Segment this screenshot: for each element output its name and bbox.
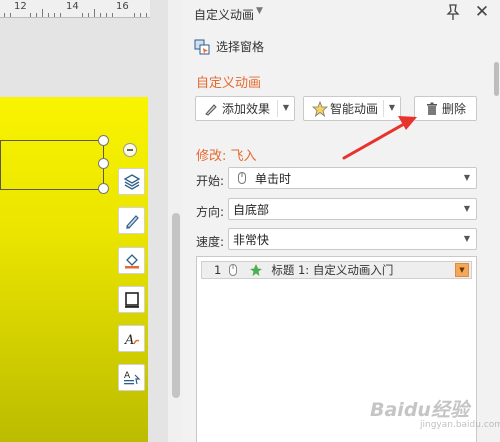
direction-select[interactable]: 自底部 ▼ xyxy=(228,198,477,220)
delete-button[interactable]: 删除 xyxy=(414,96,477,121)
select-pane-icon xyxy=(194,39,210,54)
delete-label: 删除 xyxy=(442,102,467,116)
text-format-button[interactable]: A xyxy=(118,364,145,391)
smart-animation-label: 智能动画 xyxy=(330,102,379,116)
resize-handle[interactable] xyxy=(98,158,109,169)
text-style-button[interactable]: A xyxy=(118,325,145,352)
ruler-label-12: 12 xyxy=(14,1,27,12)
custom-animation-panel: 自定义动画 ▼ ✕ 选择窗格 自定义动画 添加效果 ▼ 智能动画 ▼ 删除 修改… xyxy=(182,0,500,442)
select-pane-link[interactable]: 选择窗格 xyxy=(194,38,264,55)
direction-label: 方向: xyxy=(196,205,225,219)
chevron-down-icon: ▼ xyxy=(463,204,470,213)
star-icon xyxy=(250,264,263,276)
horizontal-ruler: 12 14 16 xyxy=(0,0,150,18)
collapse-icon[interactable] xyxy=(123,143,137,157)
star-icon xyxy=(312,100,328,117)
frame-icon xyxy=(124,291,139,308)
add-effect-button[interactable]: 添加效果 ▼ xyxy=(195,96,295,121)
select-pane-label: 选择窗格 xyxy=(216,40,265,54)
panel-title-dropdown-icon[interactable]: ▼ xyxy=(256,6,263,16)
watermark-logo: Baidu经验 xyxy=(370,399,469,421)
chevron-down-icon: ▼ xyxy=(463,234,470,243)
ruler-label-14: 14 xyxy=(66,1,79,12)
outline-button[interactable] xyxy=(118,286,145,313)
chevron-down-icon[interactable]: ▼ xyxy=(455,263,469,277)
editor-scroll-thumb[interactable] xyxy=(172,213,180,398)
trash-icon xyxy=(427,102,437,115)
svg-text:A: A xyxy=(124,333,134,348)
speed-value: 非常快 xyxy=(233,232,270,247)
start-select[interactable]: 单击时 ▼ xyxy=(228,167,477,189)
text-format-icon: A xyxy=(123,371,140,384)
fill-bucket-icon xyxy=(124,253,139,268)
mouse-icon xyxy=(238,172,246,184)
chevron-down-icon: ▼ xyxy=(463,173,470,182)
item-index: 1 xyxy=(214,263,222,277)
resize-handle[interactable] xyxy=(98,135,109,146)
pen-button[interactable] xyxy=(118,207,145,234)
panel-title[interactable]: 自定义动画 xyxy=(194,6,254,23)
speed-select[interactable]: 非常快 ▼ xyxy=(228,228,477,250)
direction-value: 自底部 xyxy=(233,202,270,217)
slide-editor: 12 14 16 A A xyxy=(0,0,168,442)
pin-button[interactable] xyxy=(444,3,462,21)
svg-text:A: A xyxy=(124,371,131,381)
list-item[interactable]: 1 标题 1: 自定义动画入门 ▼ xyxy=(201,261,472,279)
fill-button[interactable] xyxy=(118,247,145,274)
smart-animation-button[interactable]: 智能动画 ▼ xyxy=(303,96,401,121)
speed-label: 速度: xyxy=(196,235,225,249)
chevron-down-icon[interactable]: ▼ xyxy=(283,103,289,112)
add-effect-label: 添加效果 xyxy=(222,102,271,116)
watermark-url: jingyan.baidu.com xyxy=(420,420,500,430)
section-title: 自定义动画 xyxy=(196,76,262,91)
modify-title: 修改: 飞入 xyxy=(196,149,257,164)
close-icon[interactable]: ✕ xyxy=(473,3,491,21)
layers-button[interactable] xyxy=(118,168,145,195)
panel-scroll-thumb[interactable] xyxy=(494,62,499,96)
mouse-icon xyxy=(229,264,238,276)
pen-icon xyxy=(125,214,139,229)
title-textbox[interactable] xyxy=(0,140,104,190)
start-label: 开始: xyxy=(196,174,225,188)
pin-icon xyxy=(446,4,460,20)
layers-icon xyxy=(123,173,140,190)
resize-handle[interactable] xyxy=(98,183,109,194)
item-text: 标题 1: 自定义动画入门 xyxy=(271,263,394,277)
chevron-down-icon[interactable]: ▼ xyxy=(389,103,395,112)
start-value: 单击时 xyxy=(255,171,292,186)
pen-icon xyxy=(205,103,217,116)
text-style-icon: A xyxy=(124,333,139,348)
ruler-label-16: 16 xyxy=(116,1,129,12)
